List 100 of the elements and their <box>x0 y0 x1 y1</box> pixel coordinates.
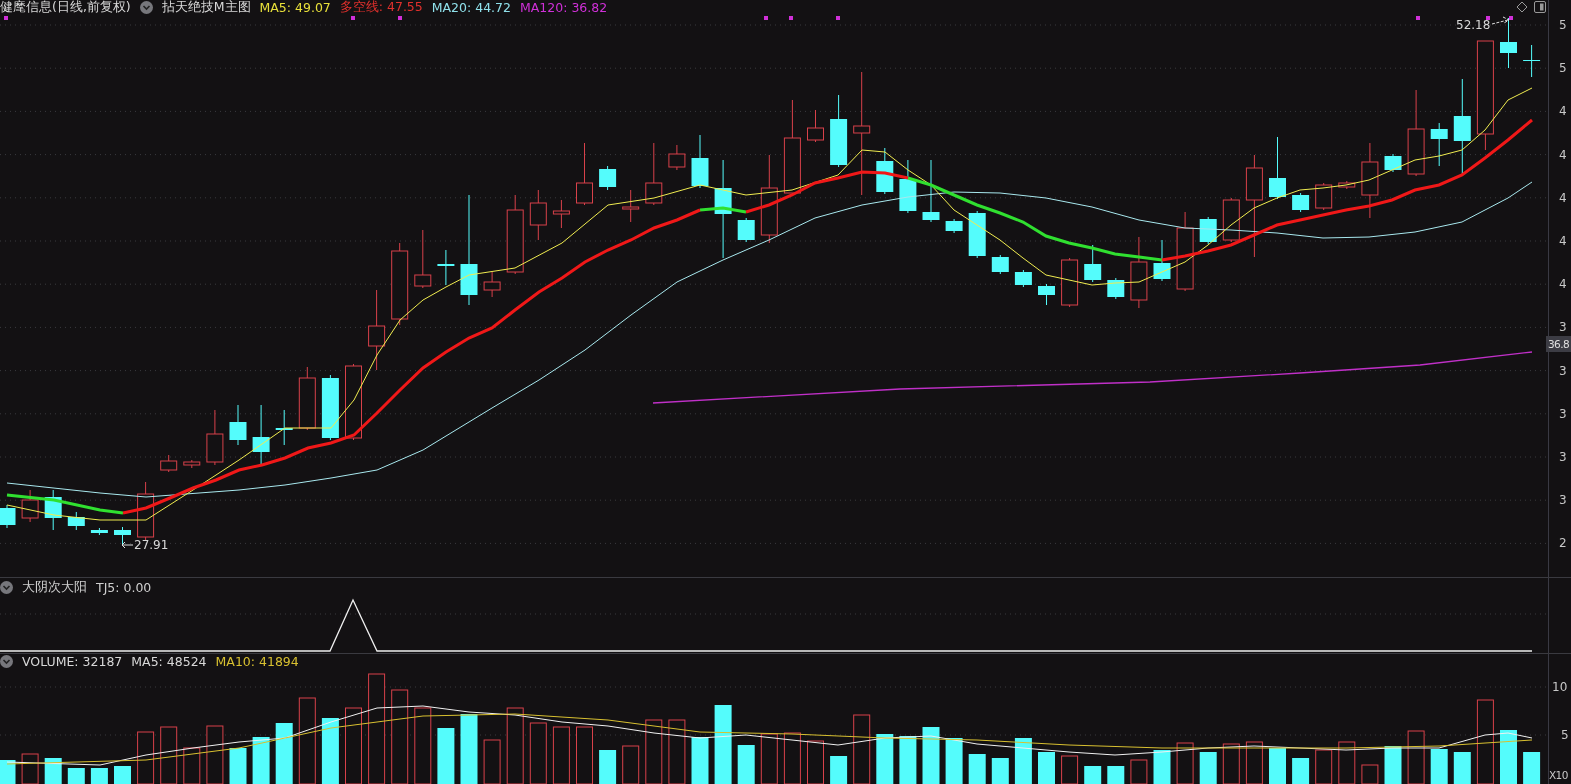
volume-bar <box>1153 750 1171 784</box>
candlestick <box>206 409 224 466</box>
volume-axis-label: 5 <box>1561 728 1569 742</box>
signal-marker <box>764 16 768 20</box>
high-price-label: 52.18 <box>1456 18 1491 32</box>
candlestick <box>1199 216 1217 245</box>
price-axis-label: 3 <box>1559 406 1567 421</box>
candlestick <box>968 210 986 259</box>
price-axis-label: 4 <box>1559 277 1567 292</box>
volume-bar <box>67 768 85 784</box>
price-axis-label: 2 <box>1559 536 1567 551</box>
legend-value: MA5: 49.07 <box>259 0 331 15</box>
volume-bar <box>991 758 1009 784</box>
candlestick <box>576 142 593 206</box>
candlestick <box>1153 239 1171 282</box>
price-axis-label: 3 <box>1559 363 1567 378</box>
volume-bar <box>44 758 62 784</box>
candlestick <box>437 249 455 286</box>
low-price-label: 27.91 <box>134 538 169 552</box>
candlestick <box>922 159 940 223</box>
leader-arrow <box>1491 16 1510 25</box>
volume-bar <box>899 736 917 784</box>
volume-bar <box>321 718 339 784</box>
volume-bar <box>1084 766 1102 784</box>
candlestick <box>807 109 824 143</box>
candlestick <box>1523 44 1541 78</box>
candlestick <box>1038 283 1055 306</box>
signal-marker <box>1416 16 1420 20</box>
volume-bar <box>1430 749 1448 784</box>
volume-bar <box>460 714 478 784</box>
volume-bar <box>876 734 894 784</box>
volume-bar <box>0 760 16 784</box>
candlestick <box>229 404 247 446</box>
candlestick <box>529 189 547 241</box>
candlestick <box>414 229 432 289</box>
indicator-value: TJ5: 0.00 <box>96 580 152 595</box>
candlestick <box>899 159 917 214</box>
signal-marker <box>398 16 402 20</box>
candlestick <box>90 527 108 536</box>
volume-bar <box>275 723 293 784</box>
candlestick <box>44 489 62 531</box>
volume-bar <box>737 745 755 784</box>
candlestick <box>1384 153 1402 173</box>
candlestick <box>298 366 316 431</box>
candlestick <box>876 147 894 195</box>
volume-bar <box>1269 748 1286 784</box>
candlestick <box>483 271 501 298</box>
diamond-icon[interactable] <box>1516 1 1528 13</box>
candlestick <box>552 199 570 229</box>
volume-bar <box>1523 752 1541 784</box>
volume-bar <box>968 754 986 784</box>
candlestick <box>1430 122 1448 167</box>
volume-bar <box>1500 730 1517 784</box>
indicator-name[interactable]: 拈天绝技M主图 <box>161 0 251 16</box>
candlestick <box>1500 17 1517 69</box>
volume-unit-label: X10 <box>1549 768 1568 782</box>
candlestick <box>599 165 617 191</box>
price-axis-label: 4 <box>1559 104 1567 119</box>
collapse-icon[interactable] <box>0 581 13 594</box>
price-axis-label: 3 <box>1559 493 1567 508</box>
signal-marker <box>1509 16 1513 20</box>
candlestick <box>114 526 131 546</box>
current-price-tag: 36.8 <box>1546 336 1571 352</box>
collapse-icon[interactable] <box>0 655 13 668</box>
volume-bar <box>922 727 940 784</box>
legend-value: VOLUME: 32187 <box>22 654 123 669</box>
candlestick <box>137 481 155 542</box>
candlestick <box>991 254 1009 275</box>
volume-bar <box>1199 752 1217 784</box>
price-axis-label: 4 <box>1559 234 1567 248</box>
candlestick <box>252 404 270 466</box>
volume-bar <box>1038 752 1055 784</box>
volume-bar <box>599 750 617 784</box>
volume-bar <box>1453 752 1471 784</box>
signal-marker <box>836 16 840 20</box>
price-axis-label: 5 <box>1559 18 1567 32</box>
candlestick <box>1061 257 1079 308</box>
candlestick <box>1084 244 1102 283</box>
signal-marker <box>351 16 355 20</box>
signal-marker <box>4 16 8 20</box>
collapse-icon[interactable] <box>139 1 153 14</box>
leader-arrow <box>121 541 134 549</box>
volume-bar <box>437 728 455 784</box>
candlestick <box>645 142 663 206</box>
candlestick <box>1107 277 1125 300</box>
candlestick <box>67 511 85 531</box>
legend-value: MA20: 44.72 <box>431 0 511 15</box>
indicator-name[interactable]: 大阴次大阳 <box>22 579 87 596</box>
volume-bar <box>252 737 270 784</box>
volume-bar <box>691 737 709 784</box>
candlestick <box>737 217 755 243</box>
candlestick <box>1222 197 1240 243</box>
legend-value: MA10: 41894 <box>215 654 299 669</box>
volume-bar <box>945 738 963 784</box>
candlestick <box>321 374 339 441</box>
panel-toggle-icon[interactable] <box>1534 1 1546 13</box>
legend-value: MA5: 48524 <box>131 654 207 669</box>
volume-bar <box>114 766 131 784</box>
legend-value: 多空线: 47.55 <box>339 0 423 16</box>
candlestick <box>21 489 39 523</box>
